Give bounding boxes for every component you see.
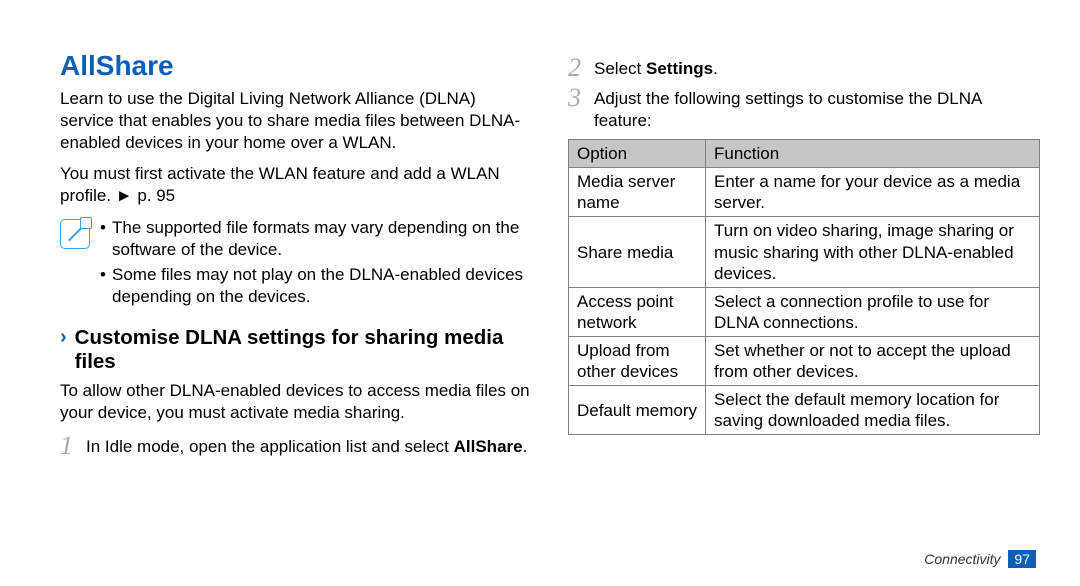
footer-page-number: 97	[1008, 550, 1036, 568]
note-item: The supported file formats may vary depe…	[100, 217, 532, 261]
step-number: 3	[568, 86, 594, 109]
step-text: In Idle mode, open the application list …	[86, 437, 454, 456]
crossref-page: p. 95	[137, 186, 175, 205]
table-row: Share media Turn on video sharing, image…	[569, 217, 1040, 287]
note-item: Some files may not play on the DLNA-enab…	[100, 264, 532, 308]
step-number: 1	[60, 434, 86, 457]
intro-paragraph-2: You must first activate the WLAN feature…	[60, 163, 532, 207]
sub-intro-paragraph: To allow other DLNA-enabled devices to a…	[60, 380, 532, 424]
step-suffix: .	[713, 59, 718, 78]
step-bold: Settings	[646, 59, 713, 78]
cross-reference: ► p. 95	[116, 186, 175, 205]
left-column: AllShare Learn to use the Digital Living…	[60, 50, 532, 586]
step-1: 1 In Idle mode, open the application lis…	[60, 434, 532, 458]
option-cell: Media server name	[569, 168, 706, 217]
options-table: Option Function Media server name Enter …	[568, 139, 1040, 435]
step-bold: AllShare	[454, 437, 523, 456]
manual-page: AllShare Learn to use the Digital Living…	[0, 0, 1080, 586]
step-2: 2 Select Settings.	[568, 56, 1040, 80]
step-body: Select Settings.	[594, 56, 718, 80]
function-cell: Turn on video sharing, image sharing or …	[706, 217, 1040, 287]
right-column: 2 Select Settings. 3 Adjust the followin…	[568, 50, 1040, 586]
sub-heading-row: › Customise DLNA settings for sharing me…	[60, 326, 532, 374]
step-number: 2	[568, 56, 594, 79]
function-cell: Enter a name for your device as a media …	[706, 168, 1040, 217]
table-row: Upload from other devices Set whether or…	[569, 336, 1040, 385]
note-list: The supported file formats may vary depe…	[100, 217, 532, 312]
option-cell: Default memory	[569, 386, 706, 435]
option-cell: Access point network	[569, 287, 706, 336]
sub-heading: Customise DLNA settings for sharing medi…	[75, 326, 532, 374]
table-row: Default memory Select the default memory…	[569, 386, 1040, 435]
intro-paragraph-1: Learn to use the Digital Living Network …	[60, 88, 532, 153]
step-text: Select	[594, 59, 646, 78]
footer-section-name: Connectivity	[924, 551, 1000, 567]
page-footer: Connectivity 97	[924, 550, 1036, 568]
table-row: Access point network Select a connection…	[569, 287, 1040, 336]
step-3: 3 Adjust the following settings to custo…	[568, 86, 1040, 132]
arrow-icon: ►	[116, 186, 133, 205]
table-row: Media server name Enter a name for your …	[569, 168, 1040, 217]
function-cell: Select the default memory location for s…	[706, 386, 1040, 435]
step-body: Adjust the following settings to customi…	[594, 86, 1040, 132]
function-cell: Set whether or not to accept the upload …	[706, 336, 1040, 385]
note-box: The supported file formats may vary depe…	[60, 217, 532, 312]
table-header-option: Option	[569, 140, 706, 168]
chevron-right-icon: ›	[60, 326, 67, 349]
table-header-row: Option Function	[569, 140, 1040, 168]
option-cell: Upload from other devices	[569, 336, 706, 385]
section-heading: AllShare	[60, 50, 532, 82]
option-cell: Share media	[569, 217, 706, 287]
step-suffix: .	[523, 437, 528, 456]
function-cell: Select a connection profile to use for D…	[706, 287, 1040, 336]
table-header-function: Function	[706, 140, 1040, 168]
note-icon	[60, 219, 90, 249]
step-body: In Idle mode, open the application list …	[86, 434, 527, 458]
